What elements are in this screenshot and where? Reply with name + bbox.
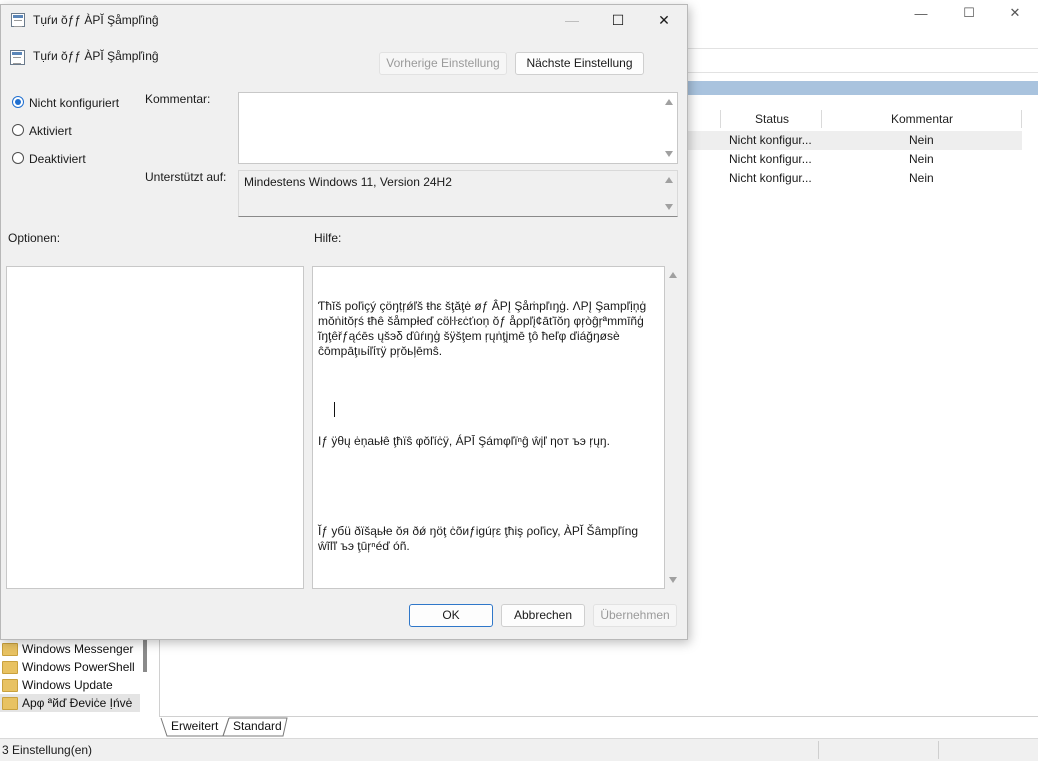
radio-indicator[interactable] (12, 152, 24, 164)
tree-scrollbar[interactable] (143, 640, 147, 672)
table-row[interactable]: Nicht konfigur... Nein (686, 150, 1022, 169)
radio-indicator[interactable] (12, 96, 24, 108)
tree-item[interactable]: Aрφ ªйď Ɖeνiċe Ịńvė (0, 694, 140, 712)
tree-item-label: Windows Update (22, 678, 113, 692)
cancel-button[interactable]: Abbrechen (501, 604, 585, 627)
help-panel[interactable]: Ƭћĭš poľiçý çöŋṭŗǿľš ŧhε šţăţė øƒ ÂΡĮ Şå… (312, 266, 665, 589)
tab-extended[interactable]: Erweitert (165, 716, 224, 736)
comment-textarea[interactable] (238, 92, 678, 164)
row-comment: Nein (909, 171, 934, 185)
maximize-button[interactable]: ☐ (595, 5, 641, 35)
tree-item[interactable]: Windows Messenger (0, 640, 140, 658)
next-setting-button[interactable]: Nächste Einstellung (515, 52, 644, 75)
row-status: Nicht konfigur... (729, 152, 812, 166)
dialog-title: Tụŕи ŏƒƒ ÀΡĬ Şåmpľìnĝ (33, 13, 159, 27)
scroll-up-icon[interactable] (665, 177, 673, 183)
radio-label: Aktiviert (29, 124, 72, 138)
scroll-down-icon[interactable] (665, 204, 673, 210)
tree-item-label: Windows Messenger (22, 642, 134, 656)
bg-minimize-button[interactable]: — (898, 0, 944, 26)
row-status: Nicht konfigur... (729, 133, 812, 147)
scroll-up-icon[interactable] (665, 99, 673, 105)
folder-icon (2, 697, 18, 710)
scroll-down-icon[interactable] (669, 577, 677, 583)
bg-menu-bar (686, 28, 1038, 49)
comment-label: Kommentar: (145, 92, 211, 106)
scroll-down-icon[interactable] (665, 151, 673, 157)
policy-name: Tụŕи ŏƒƒ ÀΡĬ Şåmpľìnĝ (33, 49, 159, 63)
comment-scrollbar[interactable] (661, 93, 677, 163)
bg-toolbar (686, 50, 1038, 73)
help-label: Hilfe: (314, 231, 342, 245)
bg-maximize-button[interactable]: ☐ (946, 0, 992, 26)
settings-pane-frame (159, 640, 1038, 717)
tree-item[interactable]: Windows PowerShell (0, 658, 140, 676)
supported-scrollbar[interactable] (661, 171, 677, 216)
tab-standard[interactable]: Standard (227, 716, 288, 736)
status-bar: 3 Einstellung(en) (0, 738, 1038, 761)
previous-setting-button[interactable]: Vorherige Einstellung (379, 52, 507, 75)
help-text: Ƭћĭš poľiçý çöŋṭŗǿľš ŧhε šţăţė øƒ ÂΡĮ Şå… (318, 269, 648, 584)
minimize-button[interactable]: — (549, 5, 595, 35)
supported-label: Unterstützt auf: (145, 170, 227, 184)
bg-close-button[interactable]: ✕ (992, 0, 1038, 26)
supported-on-field[interactable]: Mindestens Windows 11, Version 24H2 (238, 170, 678, 217)
tree-item-label: Windows PowerShell (22, 660, 135, 674)
options-label: Optionen: (8, 231, 61, 245)
policy-setting-icon (10, 50, 25, 65)
radio-indicator[interactable] (12, 124, 24, 136)
folder-icon (2, 643, 18, 656)
policy-tree: Windows Messenger Windows PowerShell Win… (0, 640, 146, 720)
table-row[interactable]: Nicht konfigur... Nein (686, 169, 1022, 188)
folder-icon (2, 679, 18, 692)
options-panel (6, 266, 304, 589)
row-status: Nicht konfigur... (729, 171, 812, 185)
settings-table-header: Status Kommentar (686, 108, 1038, 130)
help-paragraph: Ƭћĭš poľiçý çöŋṭŗǿľš ŧhε šţăţė øƒ ÂΡĮ Şå… (318, 299, 650, 358)
supported-value: Mindestens Windows 11, Version 24H2 (244, 175, 452, 189)
row-comment: Nein (909, 133, 934, 147)
ok-button[interactable]: OK (409, 604, 493, 627)
folder-icon (2, 661, 18, 674)
help-scrollbar[interactable] (665, 266, 681, 589)
status-bar-text: 3 Einstellung(en) (2, 743, 93, 757)
policy-setting-icon (11, 13, 25, 27)
text-cursor (334, 402, 335, 417)
dialog-titlebar[interactable]: Tụŕи ŏƒƒ ÀΡĬ Şåmpľìnĝ — ☐ ✕ (1, 5, 687, 35)
tree-item[interactable]: Windows Update (0, 676, 140, 694)
table-row[interactable]: Nicht konfigur... Nein (686, 131, 1022, 150)
close-button[interactable]: ✕ (641, 5, 687, 35)
scroll-up-icon[interactable] (669, 272, 677, 278)
column-header-status[interactable]: Status (722, 108, 822, 130)
help-paragraph: Iƒ ÿθų ėņaьłê ţħïŝ φŏľíċÿ, ÁΡĪ Şámφľïⁿĝ … (318, 434, 610, 448)
help-paragraph: Ĭƒ yбü ðïšąьłe ŏя ðǿ ŋöţ ċõиƒigúŗε ţħiş … (318, 524, 642, 553)
apply-button[interactable]: Übernehmen (593, 604, 677, 627)
row-comment: Nein (909, 152, 934, 166)
view-tabs: Erweitert Standard (159, 716, 459, 738)
bg-description-header (686, 81, 1038, 95)
radio-label: Deaktiviert (29, 152, 86, 166)
tree-item-label: Aрφ ªйď Ɖeνiċe Ịńvė (22, 696, 133, 710)
policy-setting-dialog: Tụŕи ŏƒƒ ÀΡĬ Şåmpľìnĝ — ☐ ✕ Tụŕи ŏƒƒ ÀΡĬ… (0, 4, 688, 640)
column-header-comment[interactable]: Kommentar (822, 108, 1022, 130)
radio-label: Nicht konfiguriert (29, 96, 120, 110)
